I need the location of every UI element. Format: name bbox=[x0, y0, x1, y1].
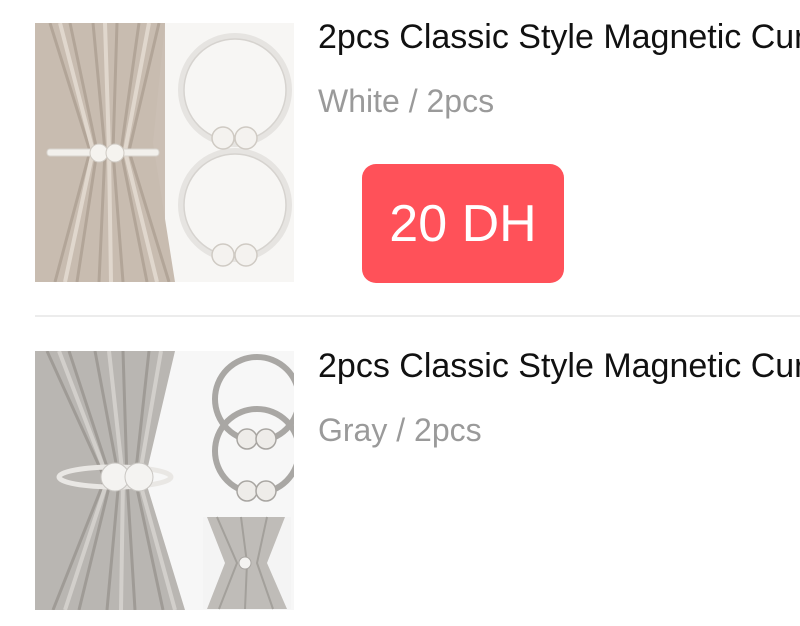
product-variant: Gray / 2pcs bbox=[318, 412, 482, 448]
product-title[interactable]: 2pcs Classic Style Magnetic Curtain Tieb… bbox=[318, 346, 800, 386]
product-image-white[interactable] bbox=[35, 23, 294, 282]
product-image-gray[interactable] bbox=[35, 351, 294, 610]
item-divider bbox=[35, 315, 800, 317]
curtain-tieback-gray-image bbox=[35, 351, 294, 610]
curtain-tieback-white-image bbox=[35, 23, 294, 282]
product-variant: White / 2pcs bbox=[318, 83, 495, 119]
price-badge: 20 DH bbox=[362, 164, 564, 283]
cart-item[interactable]: 2pcs Classic Style Magnetic Curtain Tieb… bbox=[0, 330, 800, 626]
cart-item[interactable]: 2pcs Classic Style Magnetic Curtain Tieb… bbox=[0, 0, 800, 300]
product-title[interactable]: 2pcs Classic Style Magnetic Curtain Tieb… bbox=[318, 17, 800, 57]
